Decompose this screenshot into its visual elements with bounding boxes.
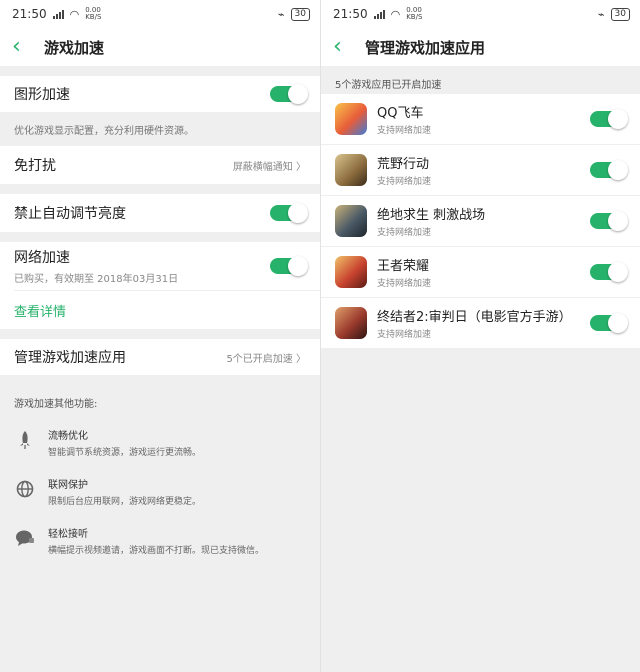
chevron-right-icon: 〉 xyxy=(296,353,306,365)
battery-indicator: 30 xyxy=(610,7,630,21)
graphics-accel-row: 图形加速 xyxy=(0,76,320,112)
back-arrow-icon[interactable]: ‹ xyxy=(12,36,34,58)
app-row: QQ飞车 支持网络加速 xyxy=(321,94,640,144)
feature-desc: 限制后台应用联网，游戏网络更稳定。 xyxy=(48,497,202,507)
vibrate-icon: ⌁ xyxy=(597,7,605,21)
app-accel-toggle[interactable] xyxy=(590,160,628,180)
wifi-icon: ◠ xyxy=(390,7,401,21)
page-header: ‹ 管理游戏加速应用 xyxy=(321,28,640,66)
app-icon xyxy=(335,103,367,135)
net-rate: 0.00 KB/S xyxy=(85,6,102,21)
feature-name: 联网保护 xyxy=(48,480,88,491)
app-status: 支持网络加速 xyxy=(377,330,432,340)
features-title: 游戏加速其他功能: xyxy=(14,398,98,410)
network-accel-label: 网络加速 xyxy=(14,250,70,266)
feature-name: 轻松接听 xyxy=(48,529,88,540)
app-row: 荒野行动 支持网络加速 xyxy=(321,144,640,195)
graphics-accel-desc: 优化游戏显示配置，充分利用硬件资源。 xyxy=(0,112,320,146)
app-name: 终结者2:审判日（电影官方手游） xyxy=(377,310,572,325)
feature-desc: 智能调节系统资源，游戏运行更流畅。 xyxy=(48,448,202,458)
dnd-label: 免打扰 xyxy=(14,158,56,174)
chat-icon xyxy=(14,527,36,549)
net-rate: 0.00 KB/S xyxy=(406,6,423,21)
app-accel-toggle[interactable] xyxy=(590,211,628,231)
app-accel-toggle[interactable] xyxy=(590,313,628,333)
chevron-right-icon: 〉 xyxy=(296,161,306,173)
app-icon xyxy=(335,205,367,237)
page-header: ‹ 游戏加速 xyxy=(0,28,320,66)
manage-apps-screen: 21:50 ◠ 0.00 KB/S ⌁ 30 ‹ 管理游戏加速应用 5个游戏应用已… xyxy=(320,0,640,672)
status-bar: 21:50 ◠ 0.00 KB/S ⌁ 30 xyxy=(321,0,640,28)
network-accel-card: 网络加速 已购买，有效期至 2018年03月31日 查看详情 xyxy=(0,242,320,329)
clock: 21:50 xyxy=(333,7,368,21)
clock: 21:50 xyxy=(12,7,47,21)
dnd-row[interactable]: 免打扰 屏蔽横幅通知 〉 xyxy=(0,146,320,184)
feature-network-protect: 联网保护 限制后台应用联网，游戏网络更稳定。 xyxy=(0,476,320,507)
brightness-label: 禁止自动调节亮度 xyxy=(14,206,126,222)
dnd-value: 屏蔽横幅通知 xyxy=(232,161,293,173)
feature-name: 流畅优化 xyxy=(48,431,88,442)
manage-apps-value: 5个已开启加速 xyxy=(226,353,293,365)
manage-apps-row[interactable]: 管理游戏加速应用 5个已开启加速 〉 xyxy=(0,339,320,375)
app-name: QQ飞车 xyxy=(377,106,424,121)
status-bar: 21:50 ◠ 0.00 KB/S ⌁ 30 xyxy=(0,0,320,28)
app-accel-toggle[interactable] xyxy=(590,109,628,129)
brightness-row: 禁止自动调节亮度 xyxy=(0,194,320,232)
signal-icon xyxy=(52,9,64,19)
graphics-accel-label: 图形加速 xyxy=(14,87,70,103)
app-status: 支持网络加速 xyxy=(377,126,432,136)
app-status: 支持网络加速 xyxy=(377,228,432,238)
enabled-count-note: 5个游戏应用已开启加速 xyxy=(335,79,442,91)
vibrate-icon: ⌁ xyxy=(277,7,285,21)
app-name: 荒野行动 xyxy=(377,157,430,172)
network-accel-sub: 已购买，有效期至 2018年03月31日 xyxy=(14,274,179,285)
network-accel-toggle[interactable] xyxy=(270,256,308,276)
app-name: 王者荣耀 xyxy=(377,259,430,274)
view-details-link[interactable]: 查看详情 xyxy=(14,301,66,320)
app-status: 支持网络加速 xyxy=(377,279,432,289)
app-accel-toggle[interactable] xyxy=(590,262,628,282)
app-name: 绝地求生 刺激战场 xyxy=(377,208,486,223)
app-icon xyxy=(335,256,367,288)
feature-smooth: 流畅优化 智能调节系统资源，游戏运行更流畅。 xyxy=(0,427,320,458)
app-status: 支持网络加速 xyxy=(377,177,432,187)
app-icon xyxy=(335,307,367,339)
app-row: 绝地求生 刺激战场 支持网络加速 xyxy=(321,195,640,246)
battery-indicator: 30 xyxy=(290,7,310,21)
rocket-icon xyxy=(14,429,36,451)
manage-apps-label: 管理游戏加速应用 xyxy=(14,350,126,366)
wifi-icon: ◠ xyxy=(69,7,80,21)
feature-desc: 横幅提示视频邀请，游戏画面不打断。现已支持微信。 xyxy=(48,546,265,556)
game-accel-screen: 21:50 ◠ 0.00 KB/S ⌁ 30 ‹ 游戏加速 图形加速 优化游戏显示… xyxy=(0,0,320,672)
back-arrow-icon[interactable]: ‹ xyxy=(333,36,355,58)
app-row: 终结者2:审判日（电影官方手游） 支持网络加速 xyxy=(321,297,640,348)
page-title: 游戏加速 xyxy=(44,38,105,57)
brightness-toggle[interactable] xyxy=(270,203,308,223)
app-list: QQ飞车 支持网络加速 荒野行动 支持网络加速 绝地求生 刺激战场 支持网络加速 xyxy=(321,94,640,348)
app-icon xyxy=(335,154,367,186)
feature-easy-answer: 轻松接听 横幅提示视频邀请，游戏画面不打断。现已支持微信。 xyxy=(0,525,320,556)
app-row: 王者荣耀 支持网络加速 xyxy=(321,246,640,297)
globe-icon xyxy=(14,478,36,500)
page-title: 管理游戏加速应用 xyxy=(365,38,486,57)
signal-icon xyxy=(373,9,385,19)
graphics-accel-toggle[interactable] xyxy=(270,84,308,104)
